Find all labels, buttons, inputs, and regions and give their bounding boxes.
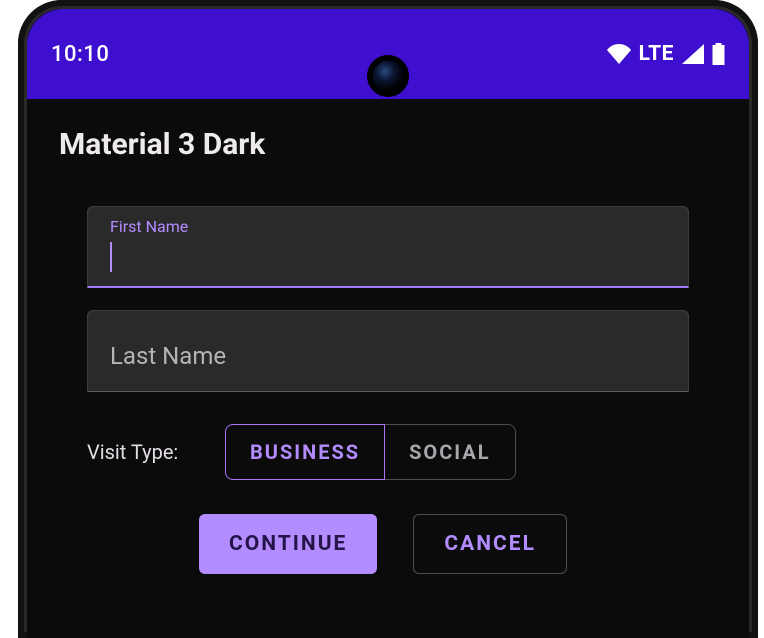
text-caret: [110, 242, 112, 272]
button-row: CONTINUE CANCEL: [199, 514, 689, 574]
status-icons: LTE: [607, 42, 725, 66]
visit-type-label: Visit Type:: [87, 440, 225, 464]
last-name-label: Last Name: [110, 342, 226, 370]
visit-type-social[interactable]: SOCIAL: [385, 424, 515, 480]
first-name-field[interactable]: First Name: [87, 206, 689, 288]
content: Material 3 Dark First Name Last Name Vis…: [27, 99, 749, 574]
status-time: 10:10: [51, 42, 109, 67]
last-name-field[interactable]: Last Name: [87, 310, 689, 392]
battery-icon: [712, 43, 725, 65]
network-label: LTE: [639, 42, 674, 66]
phone-frame: 10:10 LTE Material 3 Dark First Name Las…: [18, 0, 758, 638]
wifi-icon: [607, 44, 631, 64]
page-title: Material 3 Dark: [59, 127, 717, 162]
visit-type-business[interactable]: BUSINESS: [225, 424, 385, 480]
signal-icon: [682, 44, 704, 64]
camera-cutout: [373, 61, 403, 91]
first-name-label: First Name: [110, 217, 666, 236]
continue-button[interactable]: CONTINUE: [199, 514, 377, 574]
form: First Name Last Name Visit Type: BUSINES…: [59, 206, 717, 574]
visit-type-toggle: BUSINESS SOCIAL: [225, 424, 516, 480]
cancel-button[interactable]: CANCEL: [413, 514, 567, 574]
screen: 10:10 LTE Material 3 Dark First Name Las…: [27, 9, 749, 638]
visit-type-row: Visit Type: BUSINESS SOCIAL: [87, 424, 689, 480]
